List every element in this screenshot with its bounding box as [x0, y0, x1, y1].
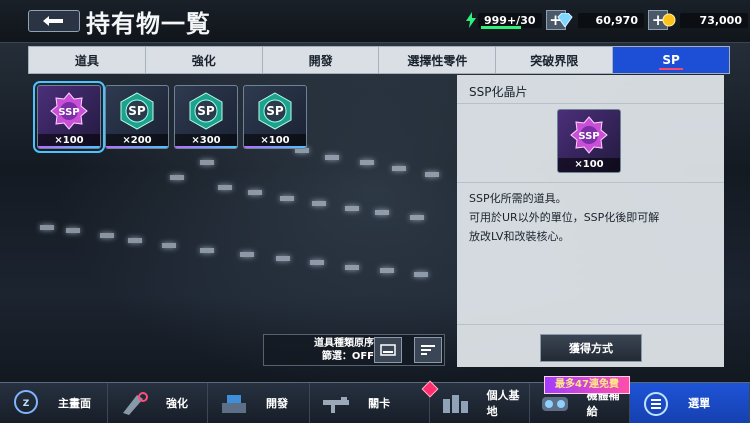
sp-medal-icon: SP [189, 92, 223, 130]
nav-label: 個人基地 [486, 389, 520, 418]
tab-1[interactable]: 強化 [146, 47, 263, 73]
filter-icon [380, 344, 396, 356]
sort-filter-bar: 道具種類原序 篩選：OFF [263, 334, 445, 366]
ssp-chip-icon: SSP [570, 116, 608, 154]
tab-0[interactable]: 道具 [29, 47, 146, 73]
base-icon [436, 388, 475, 418]
rarity-strip [175, 146, 237, 148]
energy-value: 999+/30 [484, 13, 536, 27]
category-tabs: 道具 強化 開發 選擇性零件 突破界限 SP [28, 46, 730, 74]
description-line: 可用於UR以外的單位，SSP化後即可解 [469, 211, 660, 224]
back-button[interactable] [28, 10, 80, 32]
gem-value: 60,970 [578, 12, 644, 28]
page-title: 持有物一覧 [86, 10, 211, 38]
rifle-icon [316, 388, 356, 418]
svg-text:SP: SP [266, 104, 284, 118]
develop-icon [214, 388, 254, 418]
gem-icon [557, 13, 573, 27]
rarity-strip [38, 146, 100, 148]
nav-item[interactable]: 強化 [108, 383, 209, 423]
energy-bar [481, 26, 521, 29]
svg-text:Z: Z [23, 399, 30, 409]
item-card[interactable]: SP ×200 [105, 85, 169, 149]
nav-label: 選單 [688, 397, 711, 410]
item-card[interactable]: SSP ×100 [33, 81, 105, 153]
wrench-icon [114, 388, 154, 418]
sp-medal-icon: SP [258, 92, 292, 130]
obtain-method-button[interactable]: 獲得方式 [540, 334, 642, 362]
filter-status-label: 篩選：OFF [321, 351, 374, 362]
nav-item[interactable]: 關卡 [310, 383, 430, 423]
nav-item[interactable]: Z 主畫面 [0, 383, 108, 423]
sort-order-label: 道具種類原序 [314, 338, 374, 349]
divider [457, 182, 724, 183]
filter-button[interactable] [374, 337, 402, 363]
svg-text:SSP: SSP [58, 107, 79, 118]
divider [457, 324, 724, 325]
divider [457, 103, 724, 104]
nav-item[interactable]: 開發 [208, 383, 311, 423]
item-count: ×100 [558, 158, 620, 172]
nav-label: 強化 [165, 397, 188, 410]
home-icon: Z [6, 388, 46, 418]
tab-3[interactable]: 選擇性零件 [379, 47, 497, 73]
item-detail-panel: SSP化晶片 SSP ×100 SSP化所需的道具。 可用於UR以外的單位，SS… [457, 75, 724, 367]
description-line: 放改LV和改裝核心。 [469, 230, 570, 243]
header-bar: 持有物一覧 999+/30 + 60,970 + 73,000 [0, 0, 750, 43]
item-name: SSP化晶片 [469, 85, 528, 99]
svg-text:SP: SP [128, 104, 146, 118]
svg-text:SP: SP [197, 104, 215, 118]
bottom-navigation: Z 主畫面 強化 開發 關卡 個人基地 機體補給 選單 [0, 382, 750, 423]
nav-label: 主畫面 [58, 397, 91, 410]
coin-icon [662, 13, 676, 27]
item-card[interactable]: SP ×100 [243, 85, 307, 149]
nav-item[interactable]: 個人基地 [430, 383, 531, 423]
nav-label: 關卡 [368, 397, 391, 410]
menu-icon [636, 388, 676, 418]
energy-icon [466, 12, 476, 28]
tab-2[interactable]: 開發 [263, 47, 380, 73]
coin-resource: 73,000 [662, 11, 748, 29]
coin-value: 73,000 [680, 12, 748, 28]
item-large-icon: SSP ×100 [557, 109, 621, 173]
tab-4[interactable]: 突破界限 [496, 47, 614, 73]
sp-medal-icon: SP [120, 92, 154, 130]
sort-button[interactable] [414, 337, 442, 363]
back-arrow-icon [43, 16, 63, 26]
ssp-chip-icon: SSP [50, 92, 88, 130]
rarity-strip [106, 146, 168, 148]
nav-label: 開發 [266, 397, 289, 410]
nav-item[interactable]: 選單 [630, 383, 750, 423]
sort-label: 道具種類原序 篩選：OFF [286, 337, 374, 363]
gem-resource: 60,970 + [556, 10, 668, 30]
rarity-strip [244, 146, 306, 148]
tab-5[interactable]: SP [613, 47, 729, 73]
description-line: SSP化所需的道具。 [469, 192, 567, 205]
svg-text:SSP: SSP [578, 131, 599, 142]
item-card[interactable]: SP ×300 [174, 85, 238, 149]
sort-icon [421, 345, 435, 355]
promo-badge: 最多47連免費 [544, 376, 630, 394]
item-description: SSP化所需的道具。 可用於UR以外的單位，SSP化後即可解 放改LV和改裝核心… [469, 189, 714, 246]
